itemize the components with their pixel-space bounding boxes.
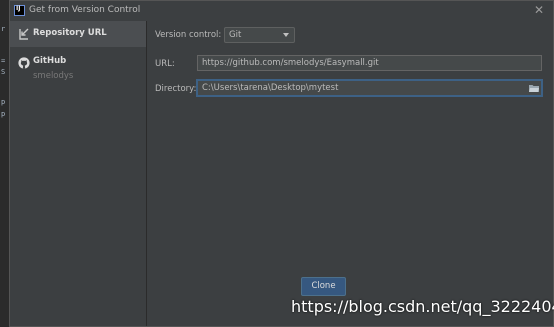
vcs-source-sidebar: Repository URL GitHub smelodys (10, 21, 147, 326)
dialog-title: Get from Version Control (29, 5, 141, 15)
url-input[interactable] (197, 55, 542, 71)
url-label: URL: (155, 59, 175, 69)
version-control-label: Version control: (155, 30, 222, 40)
dialog-titlebar: Get from Version Control ✕ (10, 1, 553, 21)
version-control-value: Git (229, 30, 242, 40)
watermark-text: https://blog.csdn.net/qq_32224047 (291, 297, 554, 316)
editor-char: p (1, 110, 6, 118)
folder-icon[interactable] (529, 84, 539, 92)
github-account-name: smelodys (33, 71, 74, 81)
github-icon (18, 57, 30, 69)
sidebar-item-label: Repository URL (33, 28, 107, 38)
directory-input[interactable] (197, 80, 542, 96)
close-icon[interactable]: ✕ (534, 3, 544, 17)
chevron-down-icon (283, 33, 289, 37)
editor-background-strip: r = S p p (0, 0, 9, 327)
sidebar-item-repository-url[interactable]: Repository URL (10, 21, 146, 47)
editor-char: r (1, 25, 6, 33)
clone-button[interactable]: Clone (301, 277, 346, 296)
get-from-vcs-dialog: Get from Version Control ✕ Repository UR… (9, 0, 554, 327)
repository-url-panel: Version control: Git URL: Directory: (147, 21, 553, 326)
editor-char: S (1, 68, 6, 76)
version-control-select[interactable]: Git (224, 27, 295, 43)
directory-field-wrapper (147, 80, 547, 98)
editor-char: = (1, 57, 6, 65)
download-arrow-icon (19, 28, 29, 40)
intellij-app-icon (14, 5, 25, 16)
sidebar-item-github[interactable]: GitHub smelodys (10, 49, 146, 85)
sidebar-item-label: GitHub (33, 56, 67, 66)
editor-char: p (1, 98, 6, 106)
